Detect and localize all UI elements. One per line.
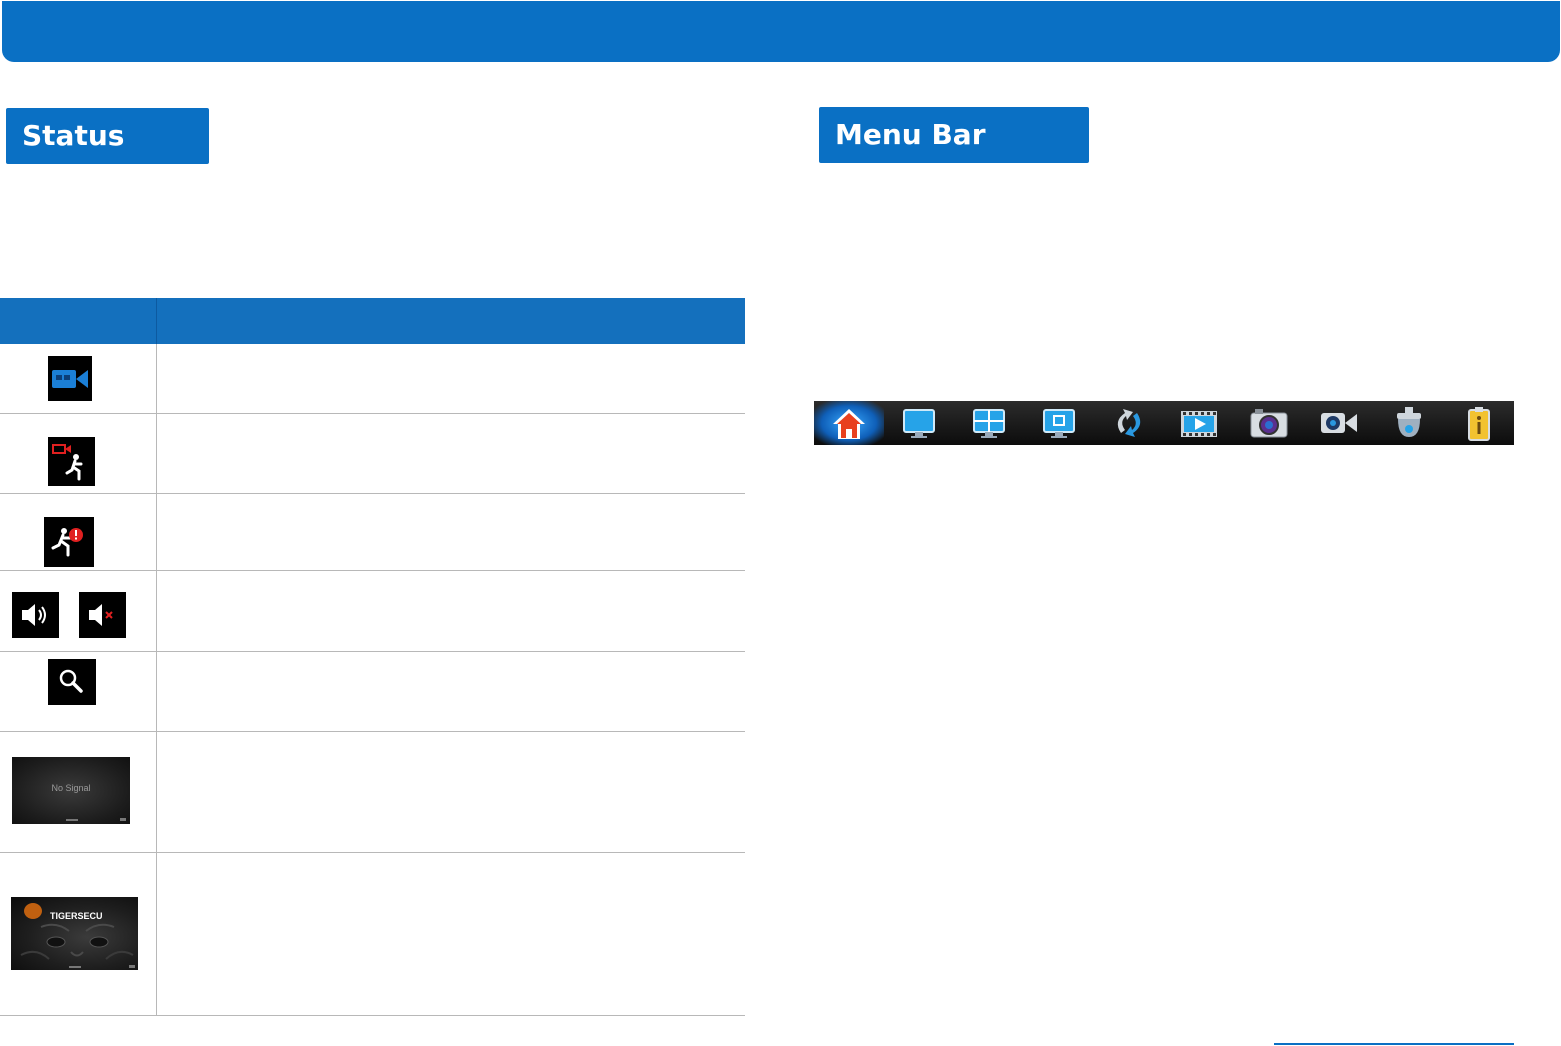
table-cell-description — [157, 853, 745, 1015]
audio-on-icon — [12, 592, 59, 638]
screen-status-mark — [129, 965, 135, 968]
table-cell-description — [157, 344, 745, 413]
table-row: No Signal — [0, 732, 745, 853]
top-banner — [2, 1, 1560, 62]
menu-bar — [814, 401, 1514, 445]
table-header-icon-column — [0, 298, 157, 344]
table-cell-icon: TIGERSECU — [0, 853, 157, 1015]
table-cell-description — [157, 571, 745, 651]
footer-rule — [1274, 1043, 1514, 1045]
table-cell-description — [157, 652, 745, 731]
motion-alert-icon — [44, 517, 94, 567]
status-icon-table: No Signal TIGERSECU — [0, 298, 745, 1016]
screen-taskbar-mark — [66, 819, 78, 821]
playback-icon[interactable] — [1164, 401, 1234, 445]
table-cell-icon — [0, 571, 157, 651]
tigersecu-brand-text: TIGERSECU — [50, 911, 103, 921]
table-row — [0, 344, 745, 414]
table-cell-description — [157, 414, 745, 493]
screen-status-mark — [120, 818, 126, 821]
table-cell-description — [157, 732, 745, 852]
recording-camera-icon — [48, 356, 92, 401]
table-cell-icon — [0, 652, 157, 731]
table-row — [0, 494, 745, 571]
table-row: TIGERSECU — [0, 853, 745, 1016]
audio-muted-icon — [79, 592, 126, 638]
table-row — [0, 652, 745, 732]
snapshot-camera-icon[interactable] — [1234, 401, 1304, 445]
table-row — [0, 571, 745, 652]
single-view-icon[interactable] — [1024, 401, 1094, 445]
screen-taskbar-mark — [69, 966, 81, 968]
menu-bar-icons-heading: Menu Bar Icons — [819, 107, 1089, 207]
table-cell-icon — [0, 494, 157, 570]
no-signal-text: No Signal — [51, 783, 91, 793]
table-row — [0, 414, 745, 494]
table-cell-icon: No Signal — [0, 732, 157, 852]
sequence-rotate-icon[interactable] — [1094, 401, 1164, 445]
record-camera-icon[interactable] — [1304, 401, 1374, 445]
table-cell-icon — [0, 414, 157, 493]
table-header — [0, 298, 745, 344]
table-cell-icon — [0, 344, 157, 413]
ptz-dome-icon[interactable] — [1374, 401, 1444, 445]
no-signal-screen: No Signal — [12, 757, 130, 824]
info-icon[interactable] — [1444, 401, 1514, 445]
status-icon-heading: Status Icon — [6, 108, 209, 208]
tigersecu-screen: TIGERSECU — [11, 897, 138, 970]
monitor-icon[interactable] — [884, 401, 954, 445]
multi-view-icon[interactable] — [954, 401, 1024, 445]
zoom-magnifier-icon — [48, 659, 96, 705]
table-cell-description — [157, 494, 745, 570]
home-icon[interactable] — [814, 401, 884, 445]
motion-recording-icon — [48, 437, 95, 486]
tiger-logo-icon — [24, 903, 42, 919]
